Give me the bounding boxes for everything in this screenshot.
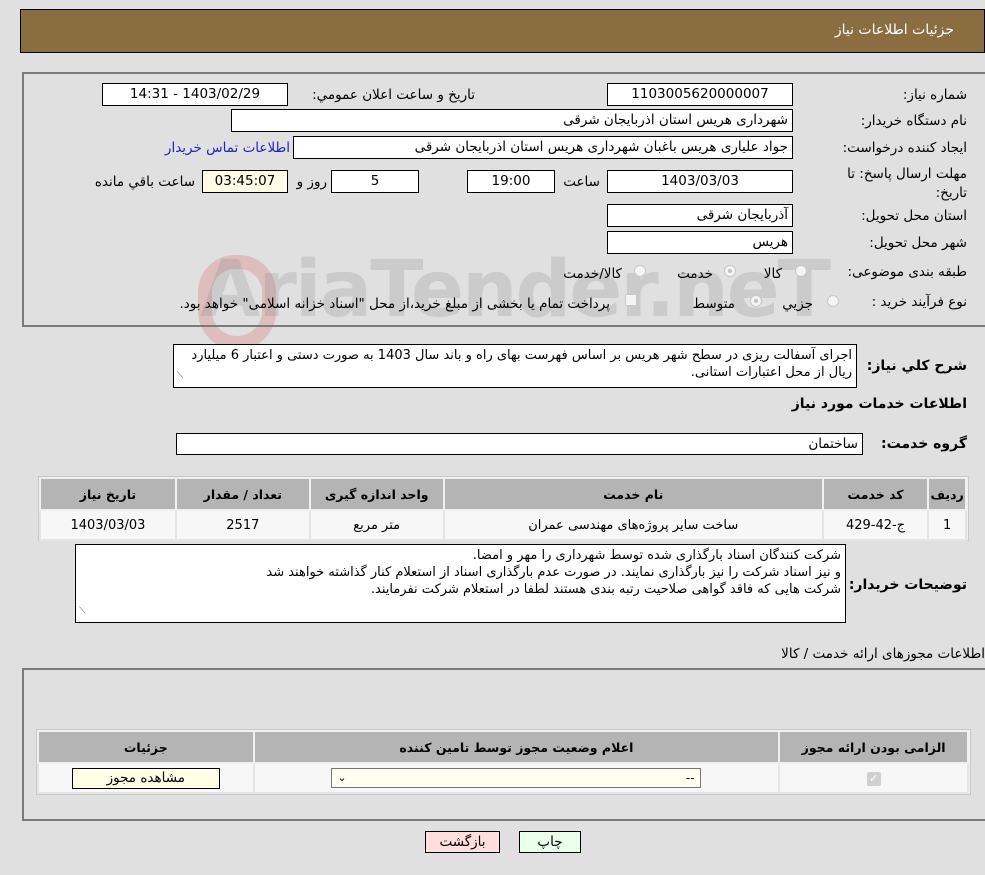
col-quantity: تعداد / مقدار [174,477,311,511]
description-label: شرح کلي نياز: [866,358,967,374]
cell-quantity: 2517 [174,509,311,541]
creator-field[interactable]: جواد علیاری هریس باغبان شهرداری هریس است… [293,136,793,159]
col-license-details: جزئیات [37,730,255,764]
buyer-org-label: نام دستگاه خريدار: [860,113,967,129]
province-label: استان محل تحویل: [861,208,967,224]
buyer-contact-link[interactable]: اطلاعات تماس خریدار [165,140,290,156]
deadline-time-label: ساعت [563,174,600,190]
back-button[interactable]: بازگشت [425,831,500,853]
table-row: ✓ -- ⌄ مشاهده مجوز [37,762,969,794]
buyer-org-field[interactable]: شهرداری هریس استان اذربایجان شرقی [231,109,793,132]
remaining-time-field[interactable]: 03:45:07 [202,170,288,193]
announce-label: تاریخ و ساعت اعلان عمومي: [312,87,475,103]
category-option-goods-service: کالا/خدمت [563,266,622,282]
licenses-table-header: الزامی بودن ارائه مجوز اعلام وضعیت مجوز … [37,730,969,764]
process-option-medium: متوسط [692,296,735,312]
deadline-label: مهلت ارسال پاسخ: تا تاریخ: [847,166,967,201]
days-label: روز و [296,174,327,190]
buyer-notes-textarea[interactable]: شرکت کنندگان اسناد بارگذاری شده توسط شهر… [75,544,846,623]
deadline-time-field[interactable]: 19:00 [467,170,555,193]
resize-grip-icon[interactable]: ⟋ [177,368,183,385]
page-header: جزئیات اطلاعات نیاز [20,9,985,53]
view-license-button[interactable]: مشاهده مجوز [71,767,220,789]
city-field[interactable]: هریس [607,231,793,254]
process-radio-medium[interactable] [750,295,762,307]
category-option-service: خدمت [677,266,713,282]
announce-date-field[interactable]: 1403/02/29 - 14:31 [102,83,288,106]
col-unit: واحد اندازه گيری [308,477,445,511]
page-title: جزئیات اطلاعات نیاز [834,22,954,38]
cell-license-status: -- ⌄ [252,762,781,794]
description-text: اجرای آسفالت ریزی در سطح شهر هریس بر اسا… [191,348,852,380]
col-need-date: تاريخ نياز [39,477,177,511]
table-row: 1 ج-42-429 ساخت سایر پروژه‌های مهندسی عم… [39,509,967,541]
category-radio-goods[interactable] [795,265,807,277]
service-group-label: گروه خدمت: [881,436,967,452]
resize-grip-icon[interactable]: ⟋ [79,603,85,620]
cell-row-number: 1 [927,509,967,541]
category-radio-service[interactable] [724,265,736,277]
city-label: شهر محل تحویل: [869,235,967,251]
buyer-notes-line: و نیز اسناد شرکت را نیز بارگذاری نمایند.… [266,565,841,580]
process-label: نوع فرآيند خريد : [871,294,967,310]
license-status-select[interactable]: -- ⌄ [331,768,702,788]
category-radio-goods-service[interactable] [634,265,646,277]
process-radio-minor[interactable] [827,295,839,307]
services-table-header: رديف کد خدمت نام خدمت واحد اندازه گيری ت… [39,477,967,511]
need-number-label: شماره نیاز: [902,87,967,103]
need-number-field[interactable]: 1103005620000007 [607,83,793,106]
days-remaining-field[interactable]: 5 [331,170,419,193]
category-option-goods: کالا [763,266,782,282]
cell-service-code: ج-42-429 [821,509,930,541]
cell-need-date: 1403/03/03 [39,509,177,541]
treasury-checkbox[interactable] [625,294,637,306]
col-license-required: الزامی بودن ارائه مجوز [778,730,969,764]
chevron-down-icon: ⌄ [337,771,347,784]
cell-license-details: مشاهده مجوز [37,762,255,794]
province-field[interactable]: آذربایجان شرقی [607,204,793,227]
required-checkbox[interactable]: ✓ [866,771,881,786]
service-group-field[interactable]: ساختمان [176,433,863,455]
licenses-section-title: اطلاعات مجوزهای ارائه خدمت / کالا [781,646,985,662]
print-button[interactable]: چاپ [519,831,581,853]
buyer-notes-line: شرکت کنندگان اسناد بارگذاری شده توسط شهر… [472,548,841,563]
treasury-note: پرداخت تمام يا بخشی از مبلغ خريد،از محل … [179,296,610,312]
col-service-code: کد خدمت [821,477,930,511]
services-section-title: اطلاعات خدمات مورد نياز [791,396,967,412]
col-row-number: رديف [927,477,967,511]
cell-unit: متر مربع [308,509,445,541]
col-service-name: نام خدمت [442,477,824,511]
category-label: طبقه بندی موضوعی: [847,264,967,280]
col-license-status: اعلام وضعیت مجوز توسط تامین کننده [252,730,781,764]
creator-label: ایجاد کننده درخواست: [842,140,967,156]
license-status-value: -- [685,771,695,785]
process-option-minor: جزيي [782,296,813,312]
services-table: رديف کد خدمت نام خدمت واحد اندازه گيری ت… [39,477,967,541]
cell-service-name: ساخت سایر پروژه‌های مهندسی عمران [442,509,824,541]
licenses-table: الزامی بودن ارائه مجوز اعلام وضعیت مجوز … [37,730,969,794]
description-textarea[interactable]: اجرای آسفالت ریزی در سطح شهر هریس بر اسا… [173,344,857,388]
cell-license-required: ✓ [778,762,969,794]
remaining-time-label: ساعت باقي مانده [94,174,195,190]
deadline-date-field[interactable]: 1403/03/03 [607,170,793,193]
buyer-notes-label: توضيحات خريدار: [848,577,967,593]
buyer-notes-line: شرکت هایی که فاقد گواهی صلاحیت رتبه بندی… [370,582,841,597]
